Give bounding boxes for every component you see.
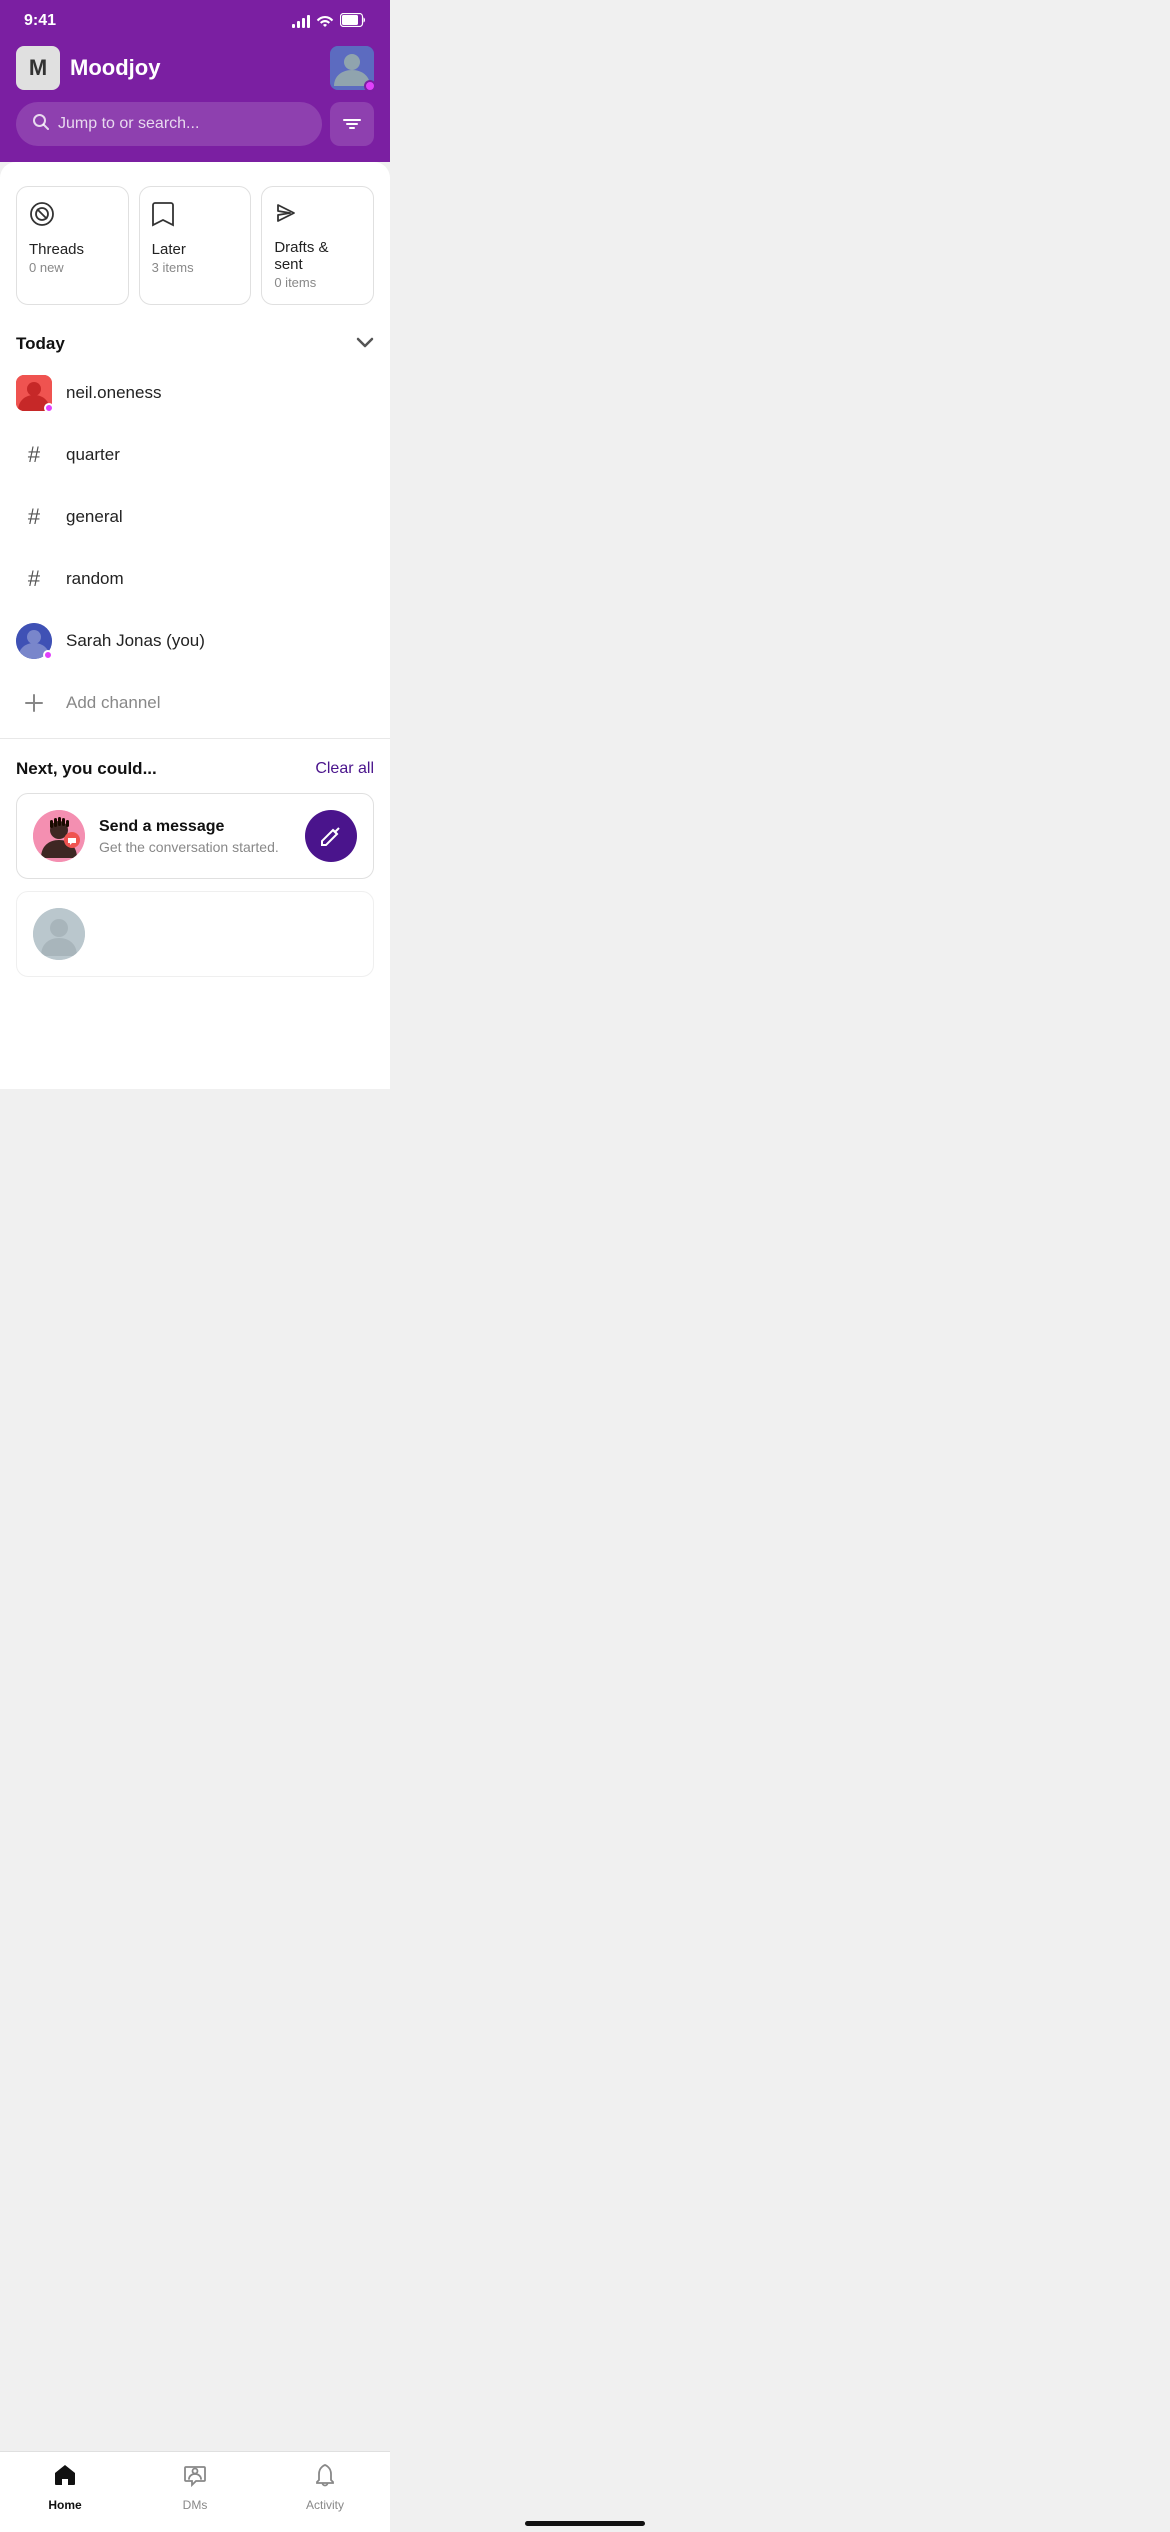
later-title: Later	[152, 241, 239, 258]
tab-home-label: Home	[48, 2498, 81, 2512]
drafts-icon	[274, 201, 361, 231]
self-item[interactable]: Sarah Jonas (you)	[0, 610, 390, 672]
channel-random-icon: #	[16, 561, 52, 597]
suggestion-text: Send a message Get the conversation star…	[99, 818, 291, 855]
tab-dms[interactable]: DMs	[130, 2462, 260, 2512]
dm-neil-label: neil.oneness	[66, 383, 161, 403]
header-top: M Moodjoy	[16, 46, 374, 90]
channel-quarter-icon: #	[16, 437, 52, 473]
filter-button[interactable]	[330, 102, 374, 146]
tab-home[interactable]: Home	[0, 2462, 130, 2512]
today-title: Today	[16, 334, 65, 354]
section-divider	[0, 738, 390, 739]
channel-random-item[interactable]: # random	[0, 548, 390, 610]
profile-avatar-button[interactable]	[330, 46, 374, 90]
drafts-card[interactable]: Drafts & sent 0 items	[261, 186, 374, 305]
status-icons	[292, 13, 366, 30]
add-channel-icon	[16, 685, 52, 721]
send-message-suggestion[interactable]: Send a message Get the conversation star…	[16, 793, 374, 879]
partial-suggestion-text	[99, 933, 357, 936]
next-section: Next, you could... Clear all	[0, 743, 390, 977]
home-indicator	[525, 2521, 645, 2526]
compose-button[interactable]	[305, 810, 357, 862]
status-bar: 9:41	[0, 0, 390, 38]
channel-general-item[interactable]: # general	[0, 486, 390, 548]
channel-quarter-item[interactable]: # quarter	[0, 424, 390, 486]
search-icon	[32, 113, 50, 136]
channel-quarter-label: quarter	[66, 445, 120, 465]
partial-suggestion-avatar	[33, 908, 85, 960]
later-subtitle: 3 items	[152, 260, 239, 275]
suggestion-subtitle: Get the conversation started.	[99, 839, 291, 855]
self-avatar	[16, 623, 52, 659]
drafts-title: Drafts & sent	[274, 239, 361, 273]
quick-cards: Threads 0 new Later 3 items Drafts	[0, 170, 390, 321]
bottom-nav: Home DMs Activity	[0, 2451, 390, 2532]
self-label: Sarah Jonas (you)	[66, 631, 205, 651]
tab-dms-label: DMs	[183, 2498, 208, 2512]
add-channel-label: Add channel	[66, 693, 161, 713]
dm-neil-item[interactable]: neil.oneness	[0, 362, 390, 424]
tab-activity-label: Activity	[306, 2498, 344, 2512]
clear-all-button[interactable]: Clear all	[315, 760, 374, 778]
home-icon	[52, 2462, 78, 2495]
later-card[interactable]: Later 3 items	[139, 186, 252, 305]
threads-icon	[29, 201, 116, 233]
search-bar[interactable]: Jump to or search...	[16, 102, 322, 146]
today-collapse-button[interactable]	[356, 333, 374, 354]
next-suggestion-partial[interactable]	[16, 891, 374, 977]
today-section-header: Today	[0, 321, 390, 362]
threads-subtitle: 0 new	[29, 260, 116, 275]
logo-box: M	[16, 46, 60, 90]
threads-card[interactable]: Threads 0 new	[16, 186, 129, 305]
app-name: Moodjoy	[70, 55, 160, 81]
header: M Moodjoy Jump to or search...	[0, 38, 390, 162]
main-content: Threads 0 new Later 3 items Drafts	[0, 162, 390, 1089]
status-time: 9:41	[24, 12, 56, 30]
add-channel-item[interactable]: Add channel	[0, 672, 390, 734]
scroll-area: Threads 0 new Later 3 items Drafts	[0, 170, 390, 1089]
battery-icon	[340, 13, 366, 30]
drafts-subtitle: 0 items	[274, 275, 361, 290]
tab-activity[interactable]: Activity	[260, 2462, 390, 2512]
activity-icon	[312, 2462, 338, 2495]
threads-title: Threads	[29, 241, 116, 258]
suggestion-avatar	[33, 810, 85, 862]
wifi-icon	[316, 13, 334, 30]
search-placeholder: Jump to or search...	[58, 115, 199, 133]
later-icon	[152, 201, 239, 233]
channel-general-icon: #	[16, 499, 52, 535]
channel-general-label: general	[66, 507, 123, 527]
suggestion-title: Send a message	[99, 818, 291, 836]
avatar-status-dot	[364, 80, 376, 92]
dm-neil-avatar	[16, 375, 52, 411]
channel-random-label: random	[66, 569, 124, 589]
search-row: Jump to or search...	[16, 102, 374, 146]
next-title: Next, you could...	[16, 759, 157, 779]
next-header: Next, you could... Clear all	[16, 759, 374, 779]
signal-icon	[292, 14, 310, 28]
logo-area: M Moodjoy	[16, 46, 160, 90]
dms-icon	[182, 2462, 208, 2495]
